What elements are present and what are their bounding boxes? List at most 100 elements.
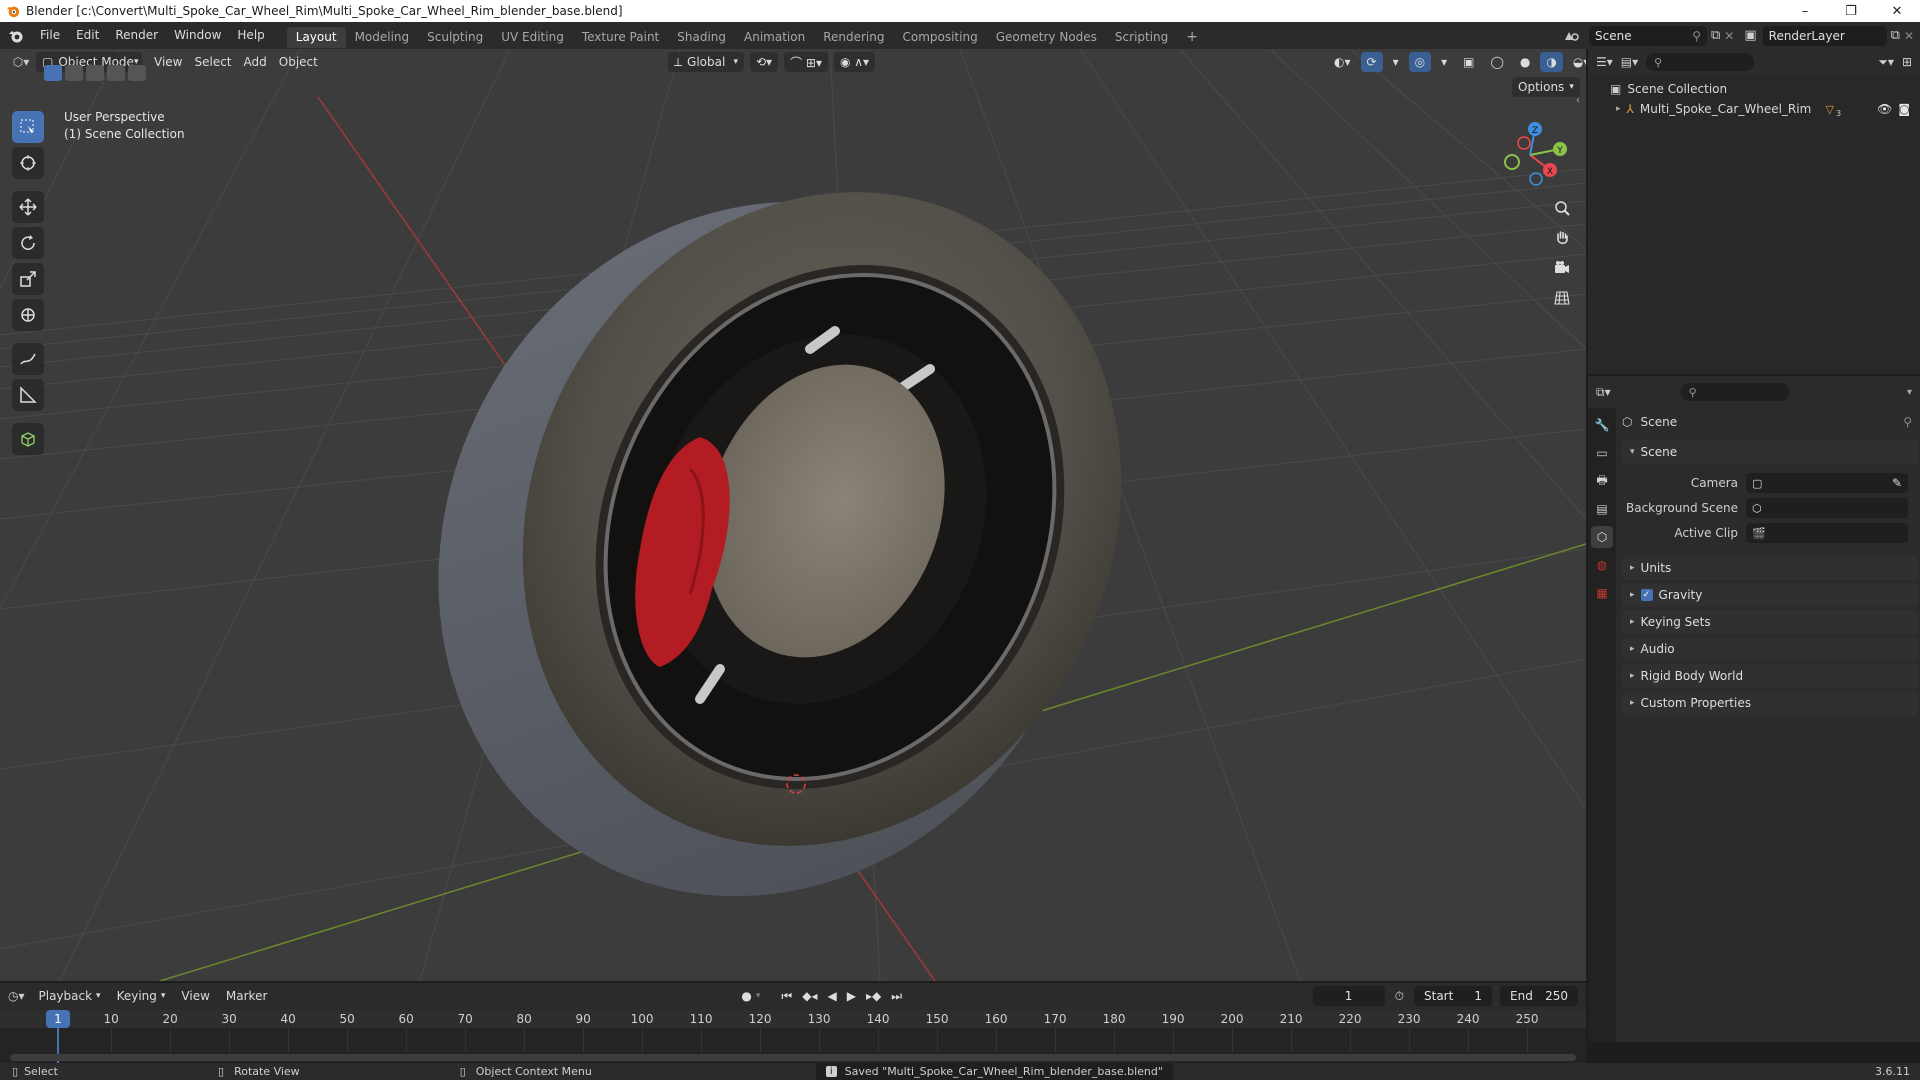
- panel-keying-sets-header[interactable]: ▸ Keying Sets: [1622, 610, 1918, 634]
- view-layer-tab-icon[interactable]: ▤: [1591, 498, 1613, 520]
- pin-icon[interactable]: ⚲: [1692, 29, 1701, 43]
- workspace-tab-animation[interactable]: Animation: [735, 27, 814, 48]
- add-workspace-button[interactable]: +: [1177, 27, 1207, 48]
- select-extend-icon[interactable]: [65, 65, 83, 81]
- pan-hand-icon[interactable]: [1549, 225, 1575, 251]
- measure-tool[interactable]: [12, 379, 44, 411]
- scale-tool[interactable]: [12, 263, 44, 295]
- rotate-tool[interactable]: [12, 227, 44, 259]
- display-mode-icon[interactable]: ▤▾: [1621, 55, 1638, 69]
- snap-icon[interactable]: ⌒ ⊞▾: [784, 52, 828, 72]
- status-report[interactable]: i Saved "Multi_Spoke_Car_Wheel_Rim_blend…: [815, 1063, 1173, 1080]
- overlay-options-icon[interactable]: ▾: [1435, 52, 1453, 72]
- timeline-menu-marker[interactable]: Marker: [220, 986, 273, 1006]
- view-layer-icon[interactable]: ▣: [1744, 28, 1756, 43]
- current-frame-field[interactable]: 1: [1312, 986, 1385, 1006]
- panel-units-header[interactable]: ▸ Units: [1622, 556, 1918, 580]
- new-collection-icon[interactable]: ⊞: [1902, 55, 1912, 69]
- viewport-menu-view[interactable]: View: [148, 52, 188, 72]
- editor-type-icon[interactable]: ⬡▾: [6, 55, 36, 69]
- eye-visibility-icon[interactable]: 👁: [1877, 102, 1892, 116]
- proportional-editing-icon[interactable]: ◉ ∧▾: [833, 52, 876, 72]
- xray-icon[interactable]: ▣: [1457, 52, 1480, 72]
- timeline-menu-keying[interactable]: Keying ▾: [111, 986, 172, 1006]
- viewport-menu-select[interactable]: Select: [188, 52, 237, 72]
- transform-tool[interactable]: [12, 299, 44, 331]
- playhead-frame-indicator[interactable]: 1: [46, 1010, 70, 1028]
- select-new-icon[interactable]: [44, 65, 62, 81]
- panel-scene-header[interactable]: ▾ Scene: [1622, 440, 1918, 464]
- timeline-scrollbar[interactable]: [10, 1054, 1576, 1061]
- perspective-toggle-icon[interactable]: [1549, 285, 1575, 311]
- outliner-editor-type-icon[interactable]: ☰▾: [1596, 55, 1613, 69]
- menu-render[interactable]: Render: [107, 22, 166, 49]
- close-button[interactable]: ✕: [1874, 0, 1920, 22]
- viewport-menu-object[interactable]: Object: [273, 52, 324, 72]
- panel-gravity-header[interactable]: ▸ ✓ Gravity: [1622, 583, 1918, 607]
- view-layer-selector[interactable]: RenderLayer: [1762, 25, 1887, 46]
- timeline-editor-type-icon[interactable]: ◷▾: [8, 989, 25, 1003]
- zoom-icon[interactable]: [1549, 195, 1575, 221]
- timeline-menu-playback[interactable]: Playback ▾: [33, 986, 107, 1006]
- workspace-tab-compositing[interactable]: Compositing: [893, 27, 986, 48]
- panel-rigid-body-world-header[interactable]: ▸ Rigid Body World: [1622, 664, 1918, 688]
- move-tool[interactable]: [12, 191, 44, 223]
- scene-tab-icon[interactable]: ⬡: [1591, 526, 1613, 548]
- annotate-tool[interactable]: [12, 343, 44, 375]
- workspace-tab-rendering[interactable]: Rendering: [814, 27, 893, 48]
- jump-end-icon[interactable]: ⏭: [891, 989, 902, 1004]
- select-invert-icon[interactable]: [107, 65, 125, 81]
- output-tab-icon[interactable]: 🖶: [1591, 470, 1613, 492]
- delete-view-layer-icon[interactable]: ✕: [1904, 29, 1914, 43]
- new-view-layer-icon[interactable]: ⧉: [1891, 28, 1900, 43]
- delete-scene-icon[interactable]: ✕: [1724, 29, 1734, 43]
- chevron-down-icon[interactable]: ▾: [1907, 387, 1912, 398]
- maximize-button[interactable]: ❐: [1828, 0, 1874, 22]
- active-clip-field[interactable]: 🎬: [1746, 523, 1908, 543]
- play-icon[interactable]: ▶: [847, 989, 856, 1003]
- menu-window[interactable]: Window: [166, 22, 229, 49]
- navigation-gizmo[interactable]: X Y Z: [1490, 113, 1570, 193]
- expand-arrow-icon[interactable]: ▸: [1616, 104, 1621, 114]
- play-reverse-icon[interactable]: ◀: [827, 989, 836, 1003]
- workspace-tab-layout[interactable]: Layout: [286, 26, 346, 48]
- scene-type-icon[interactable]: [1563, 28, 1583, 44]
- camera-field[interactable]: ▢ ✎: [1746, 473, 1908, 493]
- workspace-tab-sculpting[interactable]: Sculpting: [418, 27, 492, 48]
- menu-help[interactable]: Help: [229, 22, 272, 49]
- start-frame-field[interactable]: Start 1: [1414, 986, 1492, 1006]
- workspace-tab-scripting[interactable]: Scripting: [1106, 27, 1177, 48]
- workspace-tab-uv-editing[interactable]: UV Editing: [492, 27, 573, 48]
- blender-menu-button[interactable]: [0, 28, 32, 44]
- stopwatch-icon[interactable]: ⏱: [1395, 989, 1404, 1004]
- menu-edit[interactable]: Edit: [68, 22, 107, 49]
- transform-orientation-selector[interactable]: ⟂ Global ▾: [668, 52, 744, 72]
- tool-tab-icon[interactable]: 🔧: [1591, 414, 1613, 436]
- select-intersect-icon[interactable]: [128, 65, 146, 81]
- outliner-row-object[interactable]: ▸ ⅄ Multi_Spoke_Car_Wheel_Rim ▽ 3 👁 ◙: [1588, 99, 1920, 119]
- properties-editor-type-icon[interactable]: ⧉▾: [1596, 385, 1611, 400]
- outliner-search-input[interactable]: ⚲: [1646, 53, 1755, 71]
- auto-keying-icon[interactable]: ●: [741, 989, 751, 1003]
- gizmo-options-icon[interactable]: ▾: [1387, 52, 1405, 72]
- workspace-tab-texture-paint[interactable]: Texture Paint: [573, 27, 668, 48]
- eyedropper-icon[interactable]: ✎: [1892, 476, 1902, 490]
- menu-file[interactable]: File: [32, 22, 68, 49]
- workspace-tab-modeling[interactable]: Modeling: [346, 27, 419, 48]
- wireframe-shading-icon[interactable]: ◯: [1484, 52, 1509, 72]
- gizmo-toggle-icon[interactable]: ⟳: [1360, 52, 1383, 72]
- new-scene-icon[interactable]: ⧉: [1711, 28, 1720, 43]
- add-cube-tool[interactable]: [12, 423, 44, 455]
- 3d-viewport[interactable]: ⬡▾ ▢ Object Mode ▾ View Select Add Objec…: [0, 49, 1586, 981]
- pin-icon[interactable]: ⚲: [1903, 415, 1912, 429]
- jump-start-icon[interactable]: ⏮: [781, 989, 792, 1004]
- prev-keyframe-icon[interactable]: ◆◂: [802, 989, 817, 1003]
- solid-shading-icon[interactable]: ●: [1514, 52, 1536, 72]
- world-tab-icon[interactable]: ◍: [1591, 554, 1613, 576]
- scene-selector[interactable]: Scene ⚲: [1588, 25, 1707, 46]
- timeline-area[interactable]: 1 10 20 30 40 50 60 70 80 90 100 110 120 130 140 150 16…: [0, 1010, 1586, 1063]
- options-dropdown[interactable]: Options ▾: [1512, 77, 1580, 97]
- timeline-menu-view[interactable]: View: [175, 986, 215, 1006]
- background-scene-field[interactable]: ⬡: [1746, 498, 1908, 518]
- sidebar-toggle-icon[interactable]: ‹: [1576, 95, 1580, 106]
